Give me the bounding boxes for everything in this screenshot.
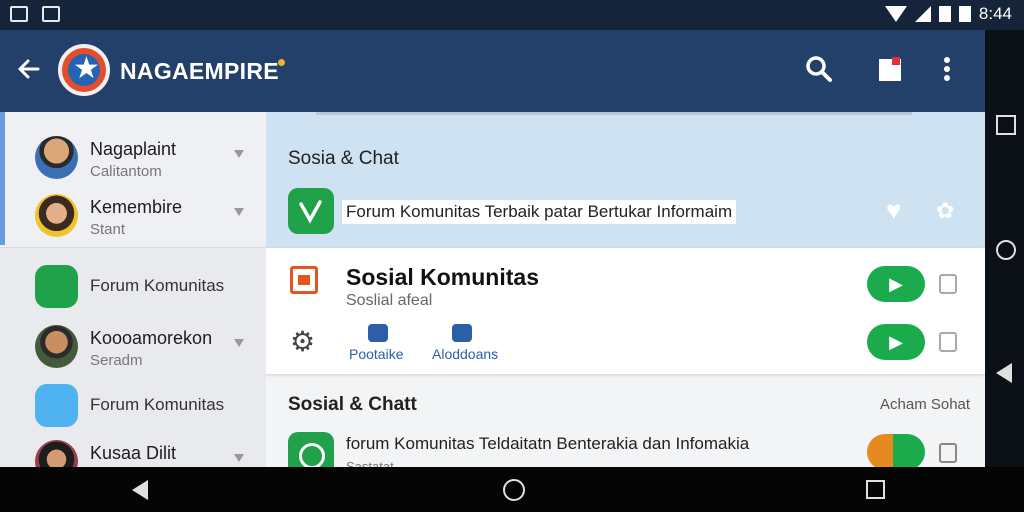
- system-navigation-bar: [0, 467, 1024, 512]
- app-bar: NAGAEMPIRE: [0, 30, 985, 112]
- forum-app-icon: [35, 265, 78, 308]
- forum-row-text[interactable]: Forum Komunitas Terbaik patar Bertukar I…: [342, 200, 737, 224]
- shortcut-link[interactable]: Aloddoans: [432, 346, 498, 362]
- shortcut-link[interactable]: Pootaike: [349, 346, 403, 362]
- play-button[interactable]: ▶: [867, 266, 925, 302]
- drawer-item-title: Nagaplaint: [90, 139, 177, 159]
- home-icon[interactable]: [503, 479, 525, 501]
- drawer-item[interactable]: Forum Komunitas: [0, 255, 266, 315]
- shortcut-icon: [452, 324, 472, 342]
- chevron-down-icon[interactable]: [234, 454, 244, 462]
- paw-icon[interactable]: ✿: [936, 200, 960, 222]
- section-title: Sosial & Chatt: [288, 394, 417, 415]
- avatar: [35, 136, 78, 179]
- notification-icon: [42, 6, 60, 22]
- back-icon[interactable]: [996, 363, 1012, 383]
- more-options-icon[interactable]: [932, 54, 962, 84]
- search-icon[interactable]: [804, 54, 834, 84]
- back-icon[interactable]: [132, 480, 148, 500]
- chat-app-icon[interactable]: [288, 432, 334, 467]
- side-navigation-strip: [985, 30, 1024, 467]
- drawer-item-title: Kusaa Dilit: [90, 443, 177, 463]
- drawer-item-title: Kemembire: [90, 197, 183, 217]
- drawer-item[interactable]: Kemembire Stant: [0, 184, 266, 244]
- main-content: Sosia & Chat Forum Komunitas Terbaik pat…: [266, 112, 985, 467]
- profile-icon[interactable]: [939, 274, 957, 294]
- forum-app-icon[interactable]: [288, 188, 334, 234]
- section-sosial-chat: Sosia & Chat Forum Komunitas Terbaik pat…: [266, 112, 985, 248]
- drawer-item[interactable]: Nagaplaint Calitantom: [0, 126, 266, 186]
- drawer-item[interactable]: Forum Komunitas: [0, 374, 266, 434]
- wifi-icon: [884, 6, 907, 22]
- chevron-down-icon[interactable]: [234, 208, 244, 216]
- calendar-icon: [290, 266, 318, 294]
- drawer-item-title: Forum Komunitas: [90, 395, 225, 414]
- avatar: [35, 325, 78, 368]
- check-icon: [299, 200, 322, 224]
- chevron-down-icon[interactable]: [234, 339, 244, 347]
- drawer-item-subtitle: Seradm: [90, 352, 143, 369]
- status-bar: 8:44: [0, 0, 1024, 30]
- drawer-item[interactable]: Koooamorekon Seradm: [0, 315, 266, 375]
- shortcut-icon: [368, 324, 388, 342]
- avatar: [35, 194, 78, 237]
- forum-row-subtitle: Sastatat: [346, 459, 394, 467]
- heart-icon[interactable]: ♥: [886, 197, 914, 223]
- recent-apps-icon[interactable]: [996, 115, 1016, 135]
- section-title: Sosia & Chat: [288, 148, 399, 169]
- navigation-drawer: Nagaplaint Calitantom Kemembire Stant Fo…: [0, 112, 266, 483]
- brand-dot: [278, 59, 285, 66]
- profile-icon[interactable]: [939, 443, 957, 463]
- brand-title: NAGAEMPIRE: [120, 58, 279, 84]
- section-action[interactable]: Acham Sohat: [880, 396, 970, 413]
- document-icon[interactable]: [875, 54, 905, 84]
- brand-logo: [58, 44, 110, 96]
- drawer-item-title: Koooamorekon: [90, 328, 213, 348]
- battery-icon: [958, 6, 971, 22]
- card-title: Sosial Komunitas: [346, 264, 539, 290]
- battery-icon: [938, 6, 951, 22]
- card-subtitle: Soslial afeal: [346, 292, 433, 309]
- play-button[interactable]: ▶: [867, 324, 925, 360]
- forum-app-icon: [35, 384, 78, 427]
- gear-icon[interactable]: ⚙: [290, 328, 315, 356]
- profile-icon[interactable]: [939, 332, 957, 352]
- back-arrow-icon[interactable]: [14, 54, 44, 84]
- drawer-item-subtitle: Calitantom: [90, 163, 162, 180]
- recent-apps-icon[interactable]: [866, 480, 885, 499]
- toggle-button[interactable]: [867, 434, 925, 467]
- forum-row-text[interactable]: forum Komunitas Teldaitatn Benterakia da…: [346, 434, 749, 454]
- signal-icon: [914, 6, 931, 22]
- gallery-icon: [10, 6, 28, 22]
- divider: [316, 112, 912, 115]
- status-time: 8:44: [978, 4, 1012, 23]
- chevron-down-icon[interactable]: [234, 150, 244, 158]
- drawer-item-subtitle: Stant: [90, 221, 126, 238]
- drawer-item-title: Forum Komunitas: [90, 276, 225, 295]
- home-icon[interactable]: [996, 240, 1016, 260]
- community-card: Sosial Komunitas Soslial afeal ▶ ⚙ Poota…: [266, 248, 985, 374]
